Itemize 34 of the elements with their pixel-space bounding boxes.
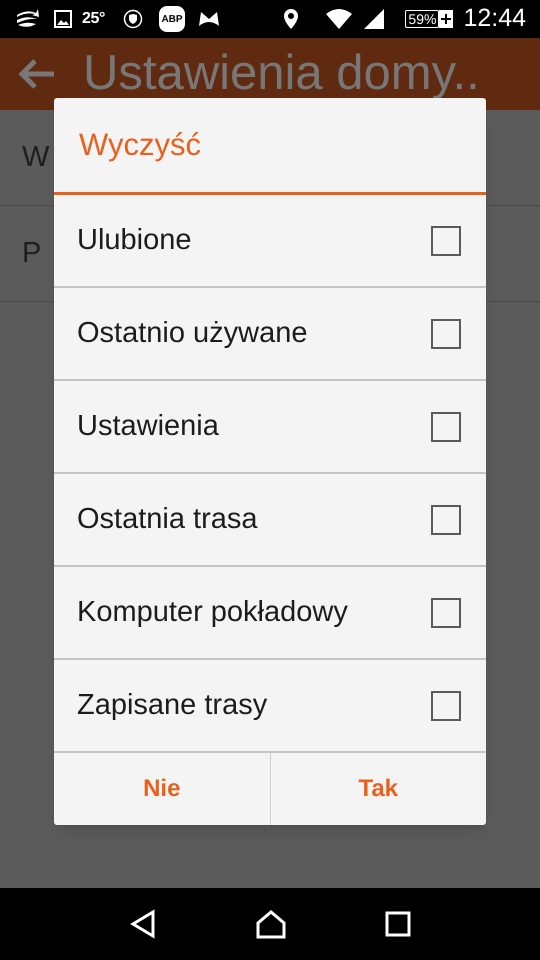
checkbox[interactable] — [431, 598, 461, 628]
recents-nav-icon[interactable] — [385, 911, 411, 937]
back-nav-icon[interactable] — [129, 909, 157, 939]
location-pin-icon — [283, 8, 300, 30]
checkbox[interactable] — [431, 504, 461, 534]
option-label: Ostatnio używane — [77, 316, 309, 351]
settings-item-text: P — [22, 236, 42, 271]
adblock-badge: ABP — [159, 6, 185, 32]
signal-icon — [363, 8, 386, 30]
checkbox[interactable] — [431, 318, 461, 348]
charging-plus-icon — [439, 10, 454, 28]
option-row[interactable]: Komputer pokładowy — [54, 567, 486, 660]
clock-text: 12:44 — [463, 3, 526, 34]
wifi-icon — [325, 8, 354, 30]
dialog-title: Wyczyść — [54, 98, 486, 195]
option-row[interactable]: Ostatnio używane — [54, 288, 486, 381]
option-row[interactable]: Ulubione — [54, 195, 486, 288]
option-row[interactable]: Zapisane trasy — [54, 660, 486, 753]
option-label: Ulubione — [77, 222, 192, 258]
shield-icon — [123, 9, 143, 29]
checkbox[interactable] — [431, 412, 461, 442]
checkbox[interactable] — [431, 690, 461, 720]
home-nav-icon[interactable] — [255, 909, 287, 939]
option-row[interactable]: Ustawienia — [54, 381, 486, 474]
checkbox[interactable] — [431, 226, 461, 256]
settings-item-text: W — [22, 140, 50, 175]
option-label: Zapisane trasy — [77, 688, 268, 723]
option-row[interactable]: Ostatnia trasa — [54, 474, 486, 567]
temperature-text: 25° — [82, 9, 105, 29]
option-label: Ostatnia trasa — [77, 502, 259, 537]
image-icon — [54, 10, 72, 28]
back-arrow-icon[interactable] — [18, 58, 56, 90]
option-label: Komputer pokładowy — [77, 594, 349, 630]
option-label: Ustawienia — [77, 408, 220, 444]
